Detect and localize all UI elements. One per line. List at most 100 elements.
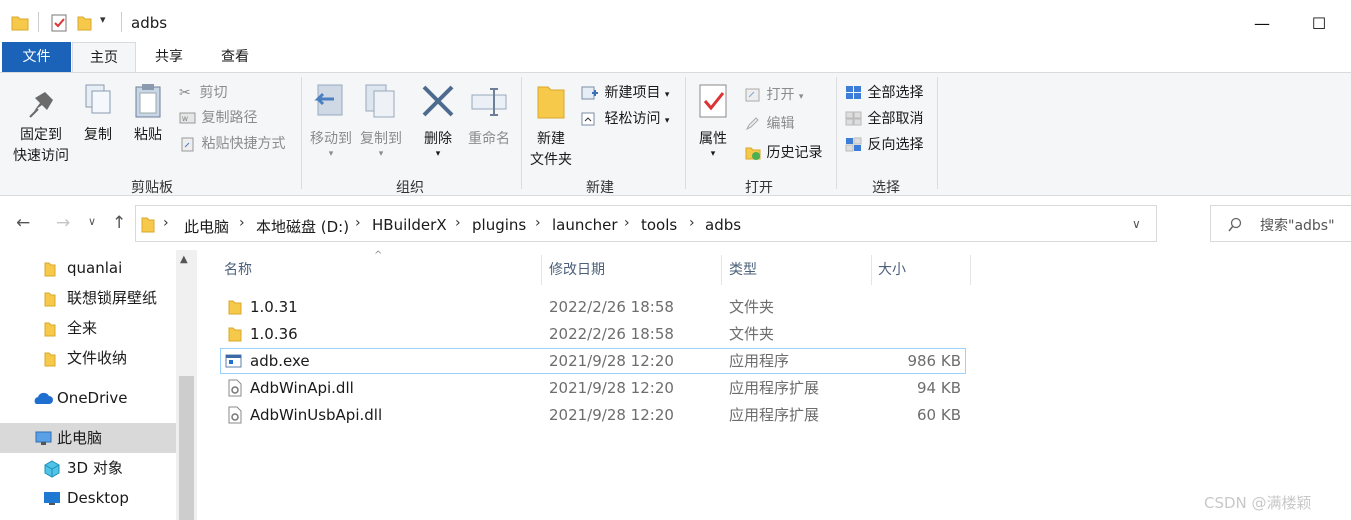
new-folder-label-line2: 文件夹 <box>530 152 572 168</box>
breadcrumb-item[interactable]: 此电脑 <box>184 216 229 237</box>
nav-item-onedrive[interactable]: OneDrive <box>0 383 176 413</box>
file-row[interactable]: AdbWinApi.dll 2021/9/28 12:20 应用程序扩展 94 … <box>220 375 966 401</box>
window-title: adbs <box>131 14 168 32</box>
new-item-label: 新建项目 <box>604 85 661 101</box>
nav-item-quanlai-cn[interactable]: 全来 <box>0 313 176 343</box>
nav-item-file-storage[interactable]: 文件收纳 <box>0 343 176 373</box>
file-name: 1.0.31 <box>250 298 298 316</box>
cut-button[interactable]: ✂ 剪切 <box>179 81 227 105</box>
history-icon <box>745 147 761 160</box>
nav-item-3d-objects[interactable]: 3D 对象 <box>0 453 176 483</box>
new-item-button[interactable]: 新建项目 ▾ <box>580 81 669 105</box>
organize-group-label: 组织 <box>396 180 424 196</box>
column-divider[interactable] <box>721 255 722 285</box>
properties-button[interactable]: 属性 ▾ <box>690 81 736 159</box>
scissors-icon: ✂ <box>179 85 191 101</box>
rename-button[interactable]: 重命名 <box>464 81 514 150</box>
column-header-type[interactable]: 类型 <box>729 255 757 285</box>
maximize-button[interactable]: ☐ <box>1296 8 1342 40</box>
file-row[interactable]: AdbWinUsbApi.dll 2021/9/28 12:20 应用程序扩展 … <box>220 402 966 428</box>
breadcrumb-item[interactable]: plugins <box>472 216 526 234</box>
paste-shortcut-label: 粘贴快捷方式 <box>201 136 286 152</box>
open-button[interactable]: 打开 ▾ <box>744 83 803 107</box>
copy-button[interactable]: 复制 <box>78 81 118 146</box>
properties-icon[interactable] <box>50 13 68 33</box>
easy-access-button[interactable]: 轻松访问 ▾ <box>580 107 669 131</box>
edit-button[interactable]: 编辑 <box>744 112 794 136</box>
file-modified: 2022/2/26 18:58 <box>549 298 674 316</box>
copy-path-icon: W <box>179 112 196 124</box>
sort-ascending-icon: ^ <box>374 250 383 261</box>
group-divider <box>937 77 938 189</box>
chevron-right-icon: › <box>535 215 541 231</box>
up-button[interactable]: ↑ <box>112 213 126 233</box>
nav-item-lenovo-wallpaper[interactable]: 联想锁屏壁纸 <box>0 283 176 313</box>
recent-locations-button[interactable]: ∨ <box>88 215 96 228</box>
ribbon: 固定到 快速访问 复制 粘贴 ✂ 剪切 W 复制路径 粘贴快捷方式 剪贴板 移动… <box>0 72 1351 196</box>
nav-item-desktop[interactable]: Desktop <box>0 483 176 513</box>
select-group-label: 选择 <box>872 180 900 196</box>
new-folder-label-line1: 新建 <box>537 131 565 147</box>
edit-icon <box>745 117 759 131</box>
file-modified: 2022/2/26 18:58 <box>549 325 674 343</box>
copy-to-button[interactable]: 复制到 ▾ <box>356 81 406 159</box>
tab-home[interactable]: 主页 <box>72 42 136 72</box>
nav-item-label: Desktop <box>67 489 129 507</box>
delete-button[interactable]: 删除 ▾ <box>416 81 460 159</box>
select-none-button[interactable]: 全部取消 <box>845 107 923 131</box>
breadcrumb-item[interactable]: HBuilderX <box>372 216 447 234</box>
new-folder-button[interactable]: 新建 文件夹 <box>526 81 576 171</box>
paste-icon <box>135 84 161 118</box>
customize-quick-access-icon[interactable]: ▾ <box>100 13 106 26</box>
chevron-right-icon: › <box>455 215 461 231</box>
column-header-name[interactable]: 名称 <box>224 255 252 285</box>
scrollbar-thumb[interactable] <box>179 376 194 520</box>
nav-item-quanlai[interactable]: quanlai <box>0 253 176 283</box>
column-header-modified[interactable]: 修改日期 <box>549 255 605 285</box>
paste-shortcut-button[interactable]: 粘贴快捷方式 <box>179 132 285 156</box>
back-button[interactable]: ← <box>16 213 30 233</box>
move-to-button[interactable]: 移动到 ▾ <box>306 81 356 159</box>
breadcrumb-item[interactable]: launcher <box>552 216 618 234</box>
history-button[interactable]: 历史记录 <box>744 141 822 165</box>
file-type: 应用程序 <box>729 352 790 370</box>
new-item-icon <box>581 86 598 100</box>
history-label: 历史记录 <box>766 145 823 161</box>
paste-button[interactable]: 粘贴 <box>128 81 168 146</box>
nav-item-this-pc[interactable]: 此电脑 <box>0 423 176 453</box>
new-folder-icon <box>537 86 565 119</box>
forward-button[interactable]: → <box>56 213 70 233</box>
tab-view[interactable]: 查看 <box>204 42 266 72</box>
breadcrumb-item[interactable]: tools <box>641 216 677 234</box>
file-row[interactable]: 1.0.36 2022/2/26 18:58 文件夹 <box>220 321 966 347</box>
address-dropdown-icon[interactable]: ∨ <box>1132 217 1141 231</box>
file-name: AdbWinUsbApi.dll <box>250 406 383 424</box>
dropdown-arrow-icon: ▾ <box>664 90 670 100</box>
search-icon <box>1228 217 1242 232</box>
tab-share[interactable]: 共享 <box>140 42 198 72</box>
new-folder-icon[interactable] <box>76 13 92 33</box>
address-bar[interactable]: › 此电脑 › 本地磁盘 (D:) › HBuilderX › plugins … <box>135 205 1157 242</box>
navigation-pane-scrollbar[interactable]: ▲ <box>176 250 197 520</box>
select-all-button[interactable]: 全部选择 <box>845 81 923 105</box>
file-row[interactable]: 1.0.31 2022/2/26 18:58 文件夹 <box>220 294 966 320</box>
breadcrumb-item[interactable]: adbs <box>705 216 741 234</box>
copy-to-icon <box>365 84 395 118</box>
minimize-button[interactable]: — <box>1239 8 1285 40</box>
search-box[interactable]: 搜索"adbs" <box>1210 205 1351 242</box>
breadcrumb-item[interactable]: 本地磁盘 (D:) <box>256 216 349 237</box>
column-divider[interactable] <box>541 255 542 285</box>
copy-path-button[interactable]: W 复制路径 <box>179 106 257 130</box>
column-divider[interactable] <box>871 255 872 285</box>
file-type: 应用程序扩展 <box>729 406 820 424</box>
pin-to-quick-access-button[interactable]: 固定到 快速访问 <box>8 81 74 167</box>
dropdown-arrow-icon: ▾ <box>664 116 670 126</box>
column-header-size[interactable]: 大小 <box>878 255 906 285</box>
easy-access-icon <box>581 112 595 126</box>
invert-selection-button[interactable]: 反向选择 <box>845 133 923 157</box>
file-row[interactable]: adb.exe 2021/9/28 12:20 应用程序 986 KB <box>220 348 966 374</box>
tab-file[interactable]: 文件 <box>2 42 71 72</box>
rename-icon <box>471 88 507 116</box>
scroll-up-icon[interactable]: ▲ <box>180 254 188 265</box>
column-divider[interactable] <box>970 255 971 285</box>
